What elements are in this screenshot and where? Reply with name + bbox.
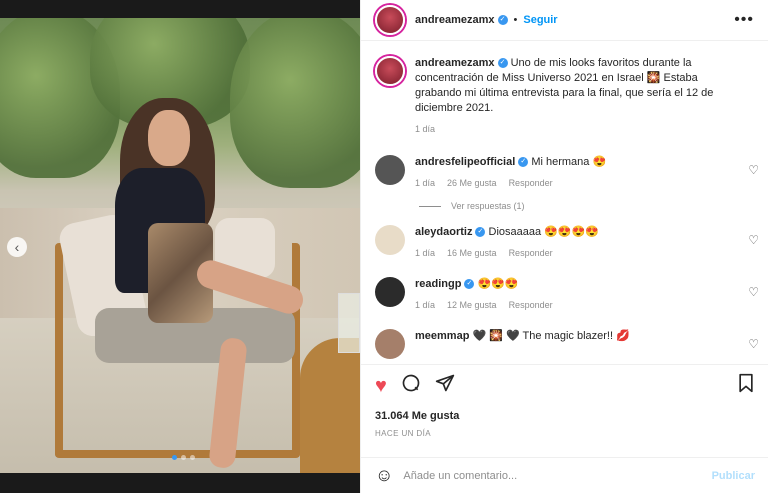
commenter-avatar[interactable]: [375, 329, 405, 359]
comment-text: 😍😍😍: [477, 278, 519, 290]
comment-username[interactable]: meemmap: [415, 330, 469, 342]
reply-button[interactable]: Responder: [509, 298, 553, 313]
carousel-dot: [190, 455, 195, 460]
comment-likes[interactable]: 16 Me gusta: [447, 246, 497, 261]
post-window: ‹ andreamezamx ✓ • Seguir ••• andreameza…: [0, 0, 768, 493]
publish-button[interactable]: Publicar: [712, 470, 755, 482]
comment-likes[interactable]: 26 Me gusta: [447, 176, 497, 191]
verified-icon: ✓: [518, 157, 529, 168]
view-replies-button[interactable]: Ver respuestas (1): [419, 201, 768, 211]
heart-outline-icon[interactable]: ♡: [748, 337, 759, 351]
commenter-avatar[interactable]: [375, 155, 405, 185]
post-time: HACE UN DÍA: [375, 429, 431, 438]
carousel-indicator: [172, 455, 195, 460]
comment-username[interactable]: aleydaortiz: [415, 226, 472, 238]
reply-button[interactable]: Responder: [509, 176, 553, 191]
like-count[interactable]: 31.064 Me gusta: [375, 410, 755, 422]
heart-outline-icon[interactable]: ♡: [748, 163, 759, 177]
author-username[interactable]: andreamezamx: [415, 14, 495, 26]
chevron-left-icon: ‹: [14, 239, 20, 255]
carousel-dot: [181, 455, 186, 460]
post-photo[interactable]: [0, 18, 360, 473]
comment-likes[interactable]: 12 Me gusta: [447, 298, 497, 313]
comment-item: aleydaortiz ✓ Diosaaaaa 😍😍😍😍 1 día 16 Me …: [361, 225, 768, 261]
share-icon[interactable]: [435, 373, 455, 399]
comment-time: 1 día: [415, 248, 436, 258]
post-header: andreamezamx ✓ • Seguir •••: [361, 0, 768, 41]
author-avatar[interactable]: [375, 5, 405, 35]
verified-icon: ✓: [464, 279, 475, 290]
reply-button[interactable]: Responder: [509, 246, 553, 261]
comment-text: Diosaaaaa 😍😍😍😍: [488, 226, 599, 238]
verified-icon: ✓: [497, 15, 508, 25]
author-avatar[interactable]: [375, 56, 405, 86]
comment-username[interactable]: andresfelipeofficial: [415, 156, 515, 168]
carousel-dot: [172, 455, 177, 460]
commenter-avatar[interactable]: [375, 277, 405, 307]
verified-icon: ✓: [475, 227, 486, 238]
comment-time: 1 día: [415, 300, 436, 310]
bookmark-icon[interactable]: [737, 373, 755, 399]
caption: andreamezamx ✓ Uno de mis looks favoritos…: [361, 56, 768, 137]
comments-list[interactable]: andreamezamx ✓ Uno de mis looks favoritos…: [361, 48, 768, 360]
comment-input[interactable]: [403, 469, 712, 482]
comment-text: Mi hermana 😍: [531, 156, 607, 168]
post-sidebar: andreamezamx ✓ • Seguir ••• andreamezamx…: [360, 0, 768, 493]
caption-time: 1 día: [415, 124, 436, 134]
comment-time: 1 día: [415, 178, 436, 188]
emoji-icon[interactable]: ☺: [375, 465, 393, 486]
like-filled-icon[interactable]: ♥: [375, 375, 387, 398]
caption-username[interactable]: andreamezamx: [415, 57, 495, 69]
more-options-icon[interactable]: •••: [734, 11, 754, 29]
heart-outline-icon[interactable]: ♡: [748, 285, 759, 299]
commenter-avatar[interactable]: [375, 225, 405, 255]
comment-item: readingp ✓ 😍😍😍 1 día 12 Me gusta Responde…: [361, 277, 768, 313]
comment-username[interactable]: readingp: [415, 278, 461, 290]
heart-outline-icon[interactable]: ♡: [748, 233, 759, 247]
comment-item: meemmap 🖤 🎇 🖤 The magic blazer!! 💋 ♡: [361, 329, 768, 359]
comment-icon[interactable]: [401, 373, 421, 399]
post-actions: ♥ 31.064 Me gusta HACE UN DÍA: [361, 364, 768, 438]
carousel-prev-button[interactable]: ‹: [7, 237, 27, 257]
post-media: ‹: [0, 0, 360, 493]
view-replies-label: Ver respuestas (1): [451, 201, 525, 211]
comment-item: andresfelipeofficial ✓ Mi hermana 😍 1 día…: [361, 155, 768, 191]
verified-icon: ✓: [497, 58, 508, 69]
comment-composer: ☺ Publicar: [361, 457, 768, 493]
comment-text: 🖤 🎇 🖤 The magic blazer!! 💋: [472, 330, 630, 342]
follow-button[interactable]: Seguir: [523, 14, 557, 26]
